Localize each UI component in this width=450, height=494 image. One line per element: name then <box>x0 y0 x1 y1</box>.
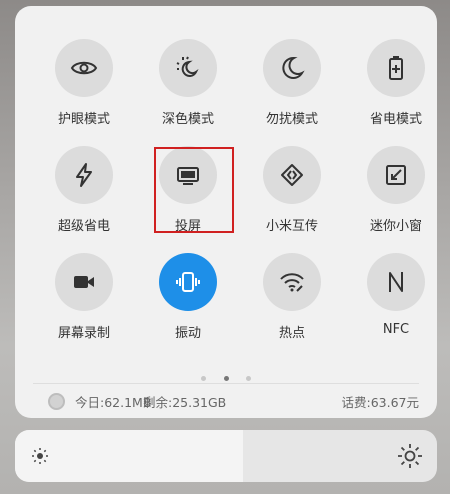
tile-screen-record[interactable]: 屏幕录制 <box>35 230 131 341</box>
divider <box>33 383 419 384</box>
sun-moon-icon <box>176 56 199 77</box>
moon-icon <box>282 56 305 79</box>
eye-icon <box>70 61 98 75</box>
video-icon <box>74 276 94 288</box>
tile-label: 屏幕录制 <box>57 326 110 341</box>
vibrate-toggle[interactable] <box>159 253 217 311</box>
nfc-icon <box>389 272 403 292</box>
tile-mini-window[interactable]: 迷你小窗 <box>347 123 443 234</box>
battery-icon <box>389 56 403 80</box>
nfc-toggle[interactable] <box>367 253 425 311</box>
tile-hotspot[interactable]: 热点 <box>243 230 339 341</box>
tile-eye-care[interactable]: 护眼模式 <box>35 16 131 127</box>
today-usage: 今日:62.1MB <box>48 392 151 411</box>
tile-label: 振动 <box>174 326 201 341</box>
quick-settings-panel: 护眼模式 深色模式 勿扰模式 省电模式 超级省电 投屏 小米互传 迷你小窗 屏幕… <box>15 6 437 418</box>
mini-window-icon <box>386 165 406 185</box>
tile-vibrate[interactable]: 振动 <box>139 230 235 341</box>
dnd-toggle[interactable] <box>263 39 321 97</box>
share-icon <box>281 164 303 186</box>
selection-highlight <box>154 147 234 233</box>
tile-label: NFC <box>382 322 410 337</box>
remaining-data-text: 剩余:25.31GB <box>143 395 227 410</box>
brightness-fill <box>15 430 243 482</box>
dark-mode-toggle[interactable] <box>159 39 217 97</box>
tile-ultra-power-saving[interactable]: 超级省电 <box>35 123 131 234</box>
data-usage-bar[interactable]: 今日:62.1MB 剩余:25.31GB 话费:63.67元 <box>33 390 419 414</box>
page-dot-active[interactable] <box>223 376 229 381</box>
phone-fee-text: 话费:63.67元 <box>341 395 420 410</box>
today-usage-text: 今日:62.1MB <box>75 395 152 410</box>
eye-care-toggle[interactable] <box>55 39 113 97</box>
tile-do-not-disturb[interactable]: 勿扰模式 <box>243 16 339 127</box>
power-saving-toggle[interactable] <box>367 39 425 97</box>
tile-nfc[interactable]: NFC <box>347 230 443 340</box>
page-dot[interactable] <box>245 376 251 381</box>
mini-window-toggle[interactable] <box>367 146 425 204</box>
mi-share-toggle[interactable] <box>263 146 321 204</box>
brightness-low-icon <box>32 448 48 464</box>
brightness-slider[interactable] <box>15 430 437 482</box>
hotspot-icon <box>280 273 304 292</box>
tile-dark-mode[interactable]: 深色模式 <box>139 16 235 127</box>
ultra-power-saving-toggle[interactable] <box>55 146 113 204</box>
tile-power-saving[interactable]: 省电模式 <box>347 16 443 127</box>
bolt-icon <box>76 163 92 187</box>
tile-mi-share[interactable]: 小米互传 <box>243 123 339 234</box>
hotspot-toggle[interactable] <box>263 253 321 311</box>
vibrate-icon <box>176 272 200 292</box>
brightness-high-icon <box>398 444 422 468</box>
tile-label: 热点 <box>278 326 305 341</box>
page-dot[interactable] <box>201 376 207 381</box>
screen-record-toggle[interactable] <box>55 253 113 311</box>
usage-ring-icon <box>48 393 65 410</box>
